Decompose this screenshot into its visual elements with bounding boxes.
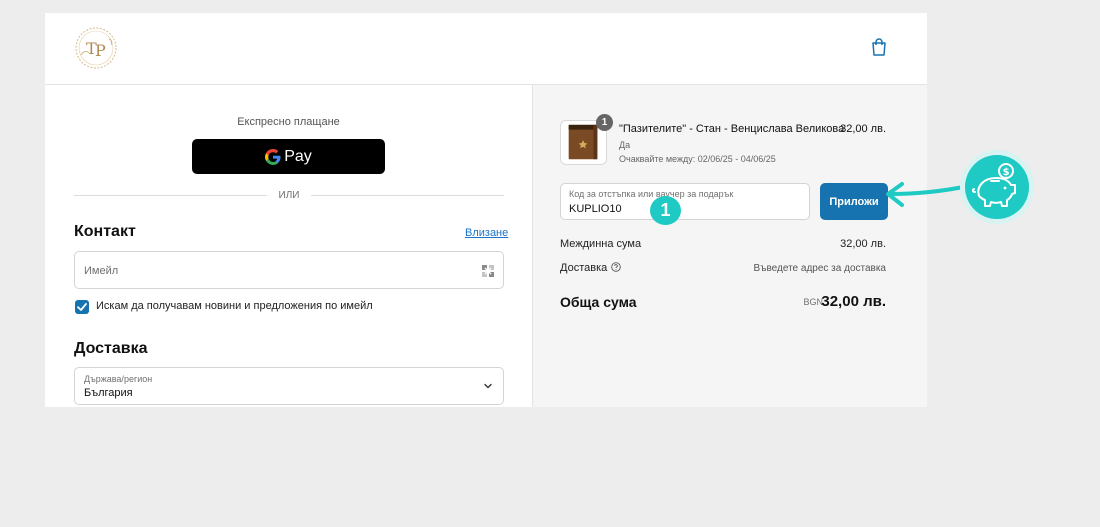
tp-monogram-logo[interactable]: T P	[73, 25, 119, 71]
total-value: 32,00 лв.	[821, 293, 886, 310]
email-field[interactable]: Имейл	[74, 251, 504, 289]
country-select[interactable]: Държава/регион България	[74, 367, 504, 405]
check-icon	[77, 303, 87, 311]
total-currency: BGN	[803, 297, 823, 307]
shopping-bag-icon[interactable]	[871, 38, 887, 56]
newsletter-checkbox[interactable]	[75, 300, 89, 314]
svg-text:$: $	[1003, 167, 1010, 178]
discount-code-field[interactable]: Код за отстъпка или ваучер за подарък KU…	[560, 183, 810, 220]
express-checkout-label: Експресно плащане	[237, 116, 340, 128]
checkout-page: T P Експресно плащане Pay ИЛИ Контакт Вл…	[45, 13, 927, 407]
checkout-header: T P	[45, 13, 927, 85]
total-label: Обща сума	[560, 294, 637, 310]
chevron-down-icon	[484, 383, 492, 389]
country-value: България	[84, 387, 133, 399]
shipping-value: Въведете адрес за доставка	[753, 263, 886, 274]
checkout-form: Експресно плащане Pay ИЛИ Контакт Влизан…	[45, 85, 532, 407]
subtotal-label: Междинна сума	[560, 238, 642, 250]
question-circle-icon[interactable]	[611, 262, 622, 272]
or-divider: ИЛИ	[74, 188, 504, 202]
subtotal-value: 32,00 лв.	[840, 238, 886, 250]
google-pay-label: Pay	[284, 147, 312, 165]
google-g-icon	[265, 148, 281, 165]
newsletter-label: Искам да получавам новини и предложения …	[96, 300, 373, 312]
discount-label: Код за отстъпка или ваучер за подарък	[569, 189, 734, 199]
or-label: ИЛИ	[278, 189, 300, 201]
quantity-badge: 1	[596, 114, 613, 131]
divider-line	[311, 194, 504, 196]
discount-value: KUPLIO10	[569, 203, 622, 215]
order-summary: 1 "Пазителите" - Стан - Венцислава Велик…	[532, 85, 927, 407]
login-link[interactable]: Влизане	[465, 227, 508, 239]
country-label: Държава/регион	[84, 374, 153, 384]
delivery-title: Доставка	[74, 340, 148, 357]
contact-title: Контакт	[74, 223, 136, 240]
product-price: 32,00 лв.	[840, 123, 886, 135]
apply-discount-button[interactable]: Приложи	[820, 183, 888, 220]
product-name: "Пазителите" - Стан - Венцислава Великов…	[619, 123, 845, 135]
shipping-label: Доставка	[560, 262, 608, 274]
piggy-bank-icon: $	[960, 150, 1034, 224]
autofill-icon[interactable]	[481, 264, 495, 278]
email-placeholder: Имейл	[84, 265, 119, 277]
google-pay-button[interactable]: Pay	[192, 139, 385, 174]
divider-line	[74, 194, 267, 196]
shipping-row: Доставка	[560, 262, 622, 274]
step-number-badge: 1	[650, 196, 681, 225]
product-variant: Да	[619, 140, 631, 150]
delivery-estimate: Очаквайте между: 02/06/25 - 04/06/25	[619, 154, 776, 164]
svg-text:P: P	[95, 41, 106, 60]
